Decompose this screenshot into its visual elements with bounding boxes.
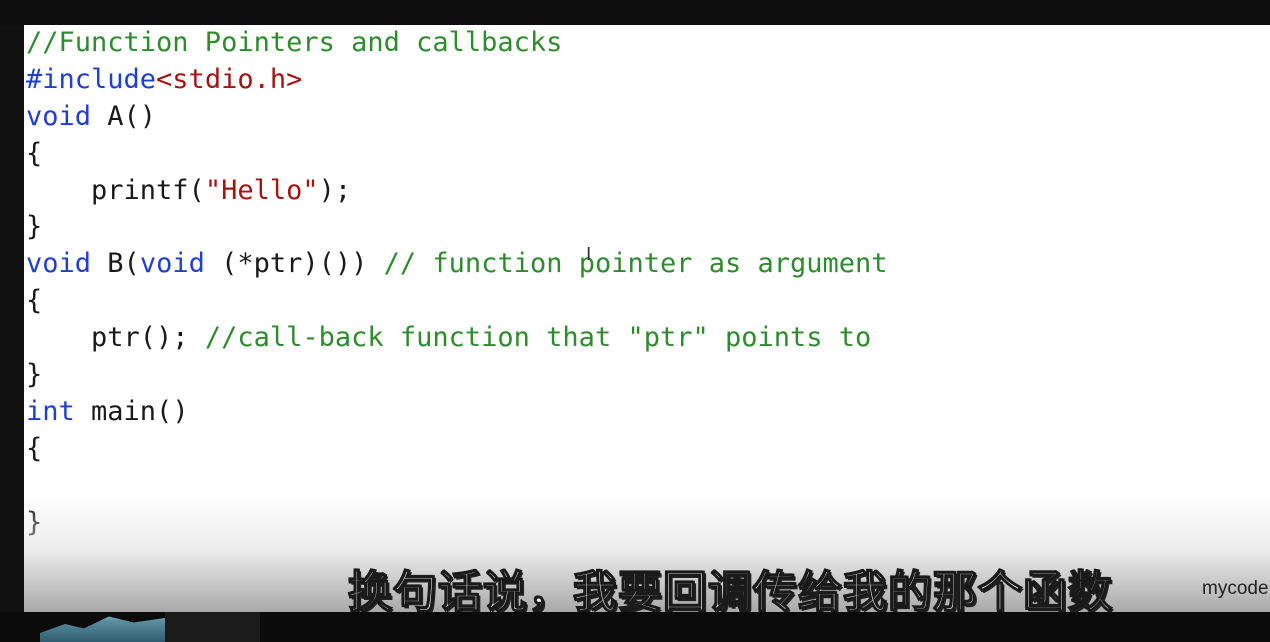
include-header: <stdio.h>: [156, 63, 303, 95]
code-text: {: [26, 137, 43, 169]
code-editor: //Function Pointers and callbacks #includ…: [24, 25, 1270, 615]
thumbnail-strip[interactable]: [165, 612, 260, 642]
code-line-8: {: [26, 283, 888, 320]
code-text: printf(: [26, 174, 205, 206]
comment: //call-back function that "ptr" points t…: [204, 322, 872, 354]
code-text: B(: [91, 248, 140, 280]
code-text: ptr();: [26, 322, 205, 354]
keyword: void: [26, 248, 92, 280]
code-line-9: ptr(); //call-back function that "ptr" p…: [26, 320, 888, 357]
comment: //Function Pointers and callbacks: [26, 27, 563, 58]
code-line-11: int main(): [26, 394, 888, 431]
code-text: }: [26, 506, 43, 538]
code-text: {: [26, 285, 43, 317]
code-line-10: }: [26, 357, 888, 394]
code-text: );: [318, 174, 352, 206]
preprocessor-directive: #include: [26, 63, 157, 95]
keyword: int: [26, 395, 75, 427]
left-border: [0, 25, 24, 615]
code-line-7: void B(void (*ptr)()) // function pointe…: [26, 246, 888, 283]
code-line-12: {: [26, 431, 888, 468]
code-line-2: #include<stdio.h>: [26, 62, 888, 99]
code-text: (*ptr)()): [204, 248, 384, 280]
text-cursor-icon: I: [586, 244, 592, 265]
watermark: mycode: [1202, 578, 1269, 599]
code-line-5: printf("Hello");: [26, 173, 888, 210]
code-line-1: //Function Pointers and callbacks: [26, 25, 888, 62]
keyword: void: [26, 100, 92, 132]
code-text: {: [26, 432, 43, 464]
code-line-4: {: [26, 136, 888, 173]
code-line-6: }: [26, 209, 888, 246]
code-text: }: [26, 211, 43, 243]
video-top-bar: [0, 0, 1270, 25]
code-block: //Function Pointers and callbacks #includ…: [26, 25, 888, 541]
code-line-3: void A(): [26, 99, 888, 136]
string-literal: "Hello": [204, 174, 319, 206]
video-subtitle: 换句话说，我要回调传给我的那个函数: [347, 566, 1113, 619]
code-text: }: [26, 359, 43, 391]
code-line-14: }: [26, 505, 888, 542]
code-text: A(): [91, 100, 157, 132]
keyword: void: [139, 248, 205, 280]
comment: // function pointer as argument: [383, 248, 888, 280]
code-text: main(): [74, 395, 189, 427]
